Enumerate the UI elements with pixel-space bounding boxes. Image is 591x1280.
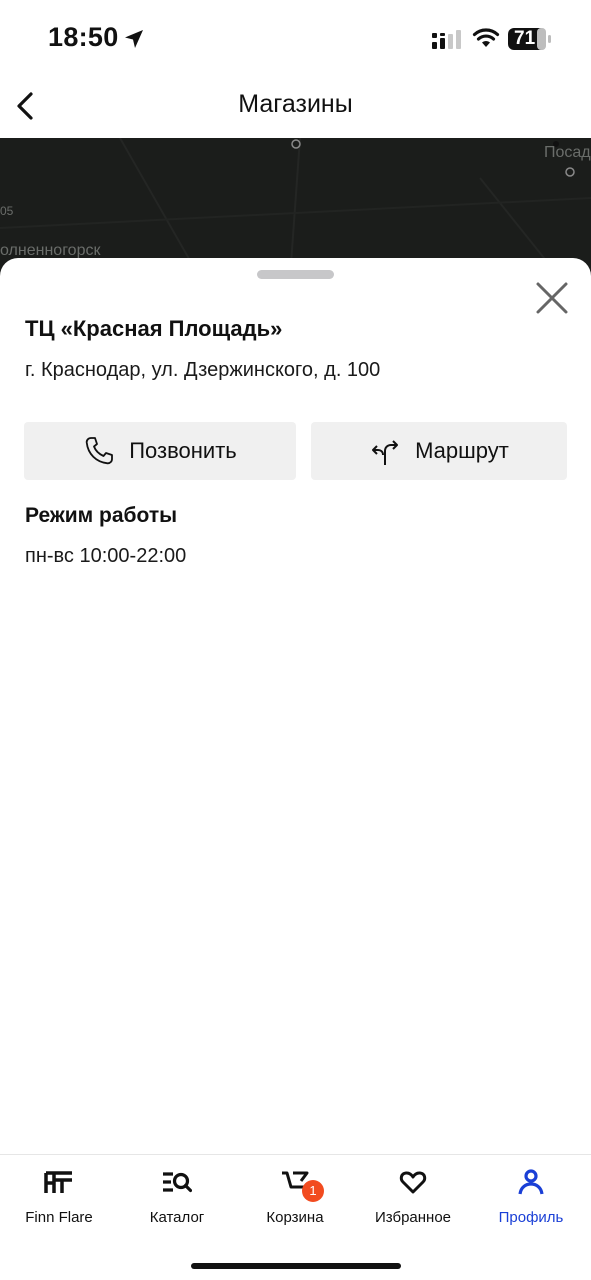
battery-percentage: 71 (514, 28, 536, 49)
home-indicator[interactable] (191, 1263, 401, 1269)
location-arrow-icon (125, 30, 143, 48)
tab-cart[interactable]: 1 Корзина (236, 1155, 354, 1235)
catalog-search-icon (163, 1172, 192, 1193)
sheet-grabber[interactable] (257, 270, 334, 279)
tab-label: Finn Flare (25, 1209, 93, 1226)
profile-icon (518, 1169, 544, 1195)
working-hours-value: пн-вс 10:00-22:00 (25, 545, 187, 567)
tab-label: Избранное (374, 1209, 452, 1226)
working-hours-heading: Режим работы (25, 504, 178, 527)
page-title: Магазины (238, 90, 353, 118)
call-button[interactable]: Позвонить (24, 422, 296, 480)
cellular-signal-icon (432, 30, 461, 49)
wifi-icon (472, 28, 500, 47)
route-arrows-icon (372, 440, 399, 465)
tab-bar: Finn Flare Каталог 1 Корзина Избранное П… (0, 1154, 591, 1280)
map-label: Посад (544, 144, 591, 161)
status-bar: 18:50 71 (0, 0, 591, 78)
cart-count-badge: 1 (302, 1180, 324, 1202)
stores-screen: 18:50 71 Магазины Посад олненногорск 05 … (0, 0, 591, 1280)
route-button[interactable]: Маршрут (311, 422, 567, 480)
map-view[interactable]: Посад олненногорск 05 (0, 138, 591, 278)
call-button-label: Позвонить (129, 438, 237, 463)
status-time: 18:50 (48, 22, 119, 52)
store-name: ТЦ «Красная Площадь» (25, 316, 283, 341)
route-button-label: Маршрут (415, 438, 509, 463)
heart-icon (399, 1171, 427, 1194)
tab-favorites[interactable]: Избранное (354, 1155, 472, 1235)
tab-catalog[interactable]: Каталог (118, 1155, 236, 1235)
tab-profile[interactable]: Профиль (472, 1155, 590, 1235)
map-label: 05 (0, 204, 14, 218)
tab-label: Каталог (149, 1209, 205, 1226)
finn-flare-logo-icon (44, 1171, 72, 1193)
close-icon[interactable] (532, 278, 572, 318)
tab-label: Профиль (498, 1209, 564, 1226)
store-details-sheet: ТЦ «Красная Площадь» г. Краснодар, ул. Д… (0, 258, 591, 1154)
store-address: г. Краснодар, ул. Дзержинского, д. 100 (25, 359, 381, 381)
navigation-bar: Магазины (0, 78, 591, 138)
tab-label: Корзина (266, 1209, 324, 1226)
tab-finn-flare[interactable]: Finn Flare (0, 1155, 118, 1235)
phone-icon (86, 437, 114, 465)
